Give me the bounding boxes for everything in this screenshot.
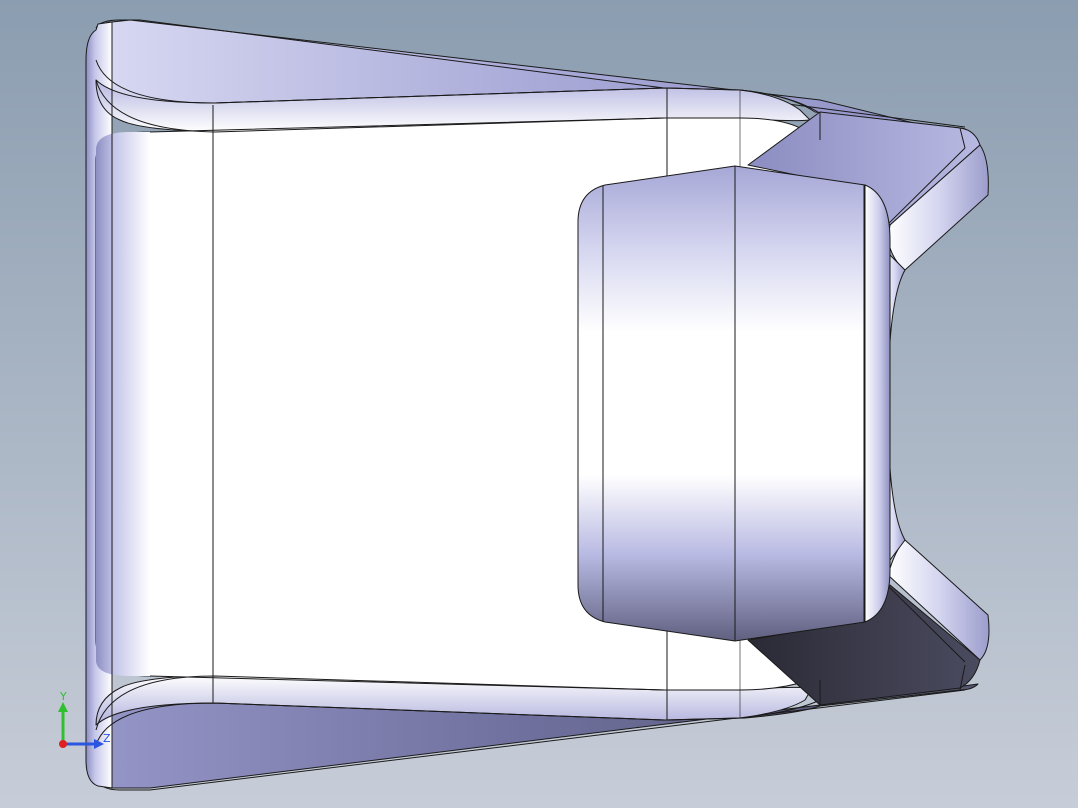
boss-body <box>734 165 866 642</box>
triad-y-label: Y <box>59 690 67 703</box>
boss-front-rounded <box>577 165 736 642</box>
left-face-shade <box>96 132 150 676</box>
triad-z-label: Z <box>103 732 111 745</box>
model-view[interactable]: Y Z <box>0 0 1078 808</box>
cad-viewport[interactable]: Y Z <box>0 0 1078 808</box>
triad-x-axis <box>59 740 67 748</box>
boss-rim <box>864 184 891 623</box>
part-model[interactable] <box>85 19 990 791</box>
